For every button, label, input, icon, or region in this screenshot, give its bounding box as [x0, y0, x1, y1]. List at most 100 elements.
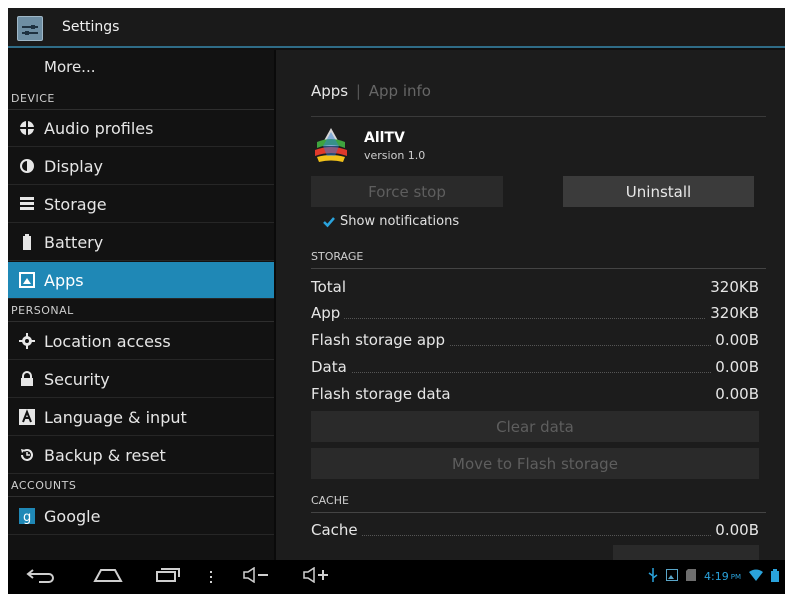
sd-card-icon [686, 569, 697, 584]
system-navigation-bar: 4:19 PM [8, 560, 785, 594]
storage-row-label: Flash storage data [311, 385, 455, 403]
dot-leader [311, 318, 759, 319]
volume-down-button[interactable] [240, 566, 272, 588]
storage-row-data: Data 0.00B [311, 358, 759, 378]
header-personal: PERSONAL [8, 300, 274, 322]
checkbox-check-icon[interactable] [322, 215, 336, 229]
breadcrumb-apps[interactable]: Apps [311, 82, 348, 100]
cache-row: Cache 0.00B [311, 521, 759, 541]
menu-button[interactable] [204, 566, 218, 588]
menu-dots-icon [209, 568, 213, 587]
breadcrumb-divider [311, 116, 766, 117]
sidebar-item-more[interactable]: More... [8, 50, 274, 88]
screen: Settings More... DEVICE Audio profiles D… [8, 8, 785, 594]
back-button[interactable] [22, 566, 58, 588]
battery-status-icon [771, 568, 779, 585]
storage-row-value: 0.00B [711, 331, 759, 349]
home-icon [92, 567, 124, 587]
display-icon [18, 157, 36, 175]
sidebar-item-google[interactable]: g Google [8, 498, 274, 535]
storage-row-app: App 320KB [311, 304, 759, 324]
volume-up-button[interactable] [300, 566, 332, 588]
app-version: version 1.0 [364, 149, 426, 162]
move-to-flash-storage-button[interactable]: Move to Flash storage [311, 448, 759, 479]
show-notifications-row[interactable]: Show notifications [322, 214, 459, 229]
storage-row-flash-data: Flash storage data 0.00B [311, 385, 759, 405]
sidebar-item-label: Display [44, 156, 103, 176]
battery-icon [18, 233, 36, 251]
settings-app-icon[interactable] [17, 16, 43, 41]
apps-icon [18, 271, 36, 289]
sidebar-item-location-access[interactable]: Location access [8, 323, 274, 360]
sidebar-item-label: Google [44, 506, 101, 526]
svg-text:g: g [23, 510, 31, 524]
sidebar-item-apps[interactable]: Apps [8, 262, 274, 299]
location-icon [18, 332, 36, 350]
sidebar-item-backup-reset[interactable]: Backup & reset [8, 437, 274, 474]
sidebar-item-security[interactable]: Security [8, 361, 274, 398]
dot-leader [311, 372, 759, 373]
backup-icon [18, 446, 36, 464]
lock-icon [18, 370, 36, 388]
sidebar-item-label: Battery [44, 232, 104, 252]
image-notification-icon [666, 569, 679, 584]
header-accounts: ACCOUNTS [8, 475, 274, 497]
sidebar-item-language-input[interactable]: Language & input [8, 399, 274, 436]
recent-apps-button[interactable] [150, 566, 186, 588]
app-info-pane: Apps | App info AllTV version 1.0 Force … [276, 50, 785, 560]
sidebar-item-label: Apps [44, 270, 84, 290]
sidebar-item-label: Security [44, 369, 110, 389]
sidebar-item-storage[interactable]: Storage [8, 186, 274, 223]
breadcrumb-separator: | [355, 82, 361, 100]
storage-row-value: 320KB [706, 304, 759, 322]
uninstall-button[interactable]: Uninstall [563, 176, 754, 207]
storage-row-value: 0.00B [711, 385, 759, 403]
sidebar-item-display[interactable]: Display [8, 148, 274, 185]
sidebar-item-label: Language & input [44, 407, 187, 427]
home-button[interactable] [88, 566, 128, 588]
cache-row-label: Cache [311, 521, 362, 539]
clock-ampm: PM [730, 572, 741, 581]
storage-row-value: 320KB [706, 278, 759, 296]
storage-row-label: Data [311, 358, 351, 376]
breadcrumb-app-info: App info [368, 82, 431, 100]
storage-row-label: App [311, 304, 345, 322]
audio-profiles-icon [18, 119, 36, 137]
dot-leader [311, 535, 759, 536]
cache-section-header: CACHE [311, 494, 766, 513]
action-bar: Settings [8, 8, 785, 48]
alltv-app-icon [311, 126, 351, 166]
sidebar-item-label: More... [44, 58, 96, 76]
clear-cache-button[interactable] [613, 545, 759, 560]
header-device: DEVICE [8, 88, 274, 110]
storage-icon [18, 195, 36, 213]
recent-apps-icon [154, 567, 182, 587]
status-area[interactable]: 4:19 PM [648, 568, 779, 585]
volume-up-icon [302, 566, 330, 587]
google-icon: g [18, 507, 36, 525]
sidebar-item-label: Location access [44, 331, 171, 351]
sidebar-item-battery[interactable]: Battery [8, 224, 274, 261]
sidebar-item-label: Backup & reset [44, 445, 166, 465]
show-notifications-label: Show notifications [340, 214, 460, 229]
storage-section-header: STORAGE [311, 250, 766, 269]
storage-row-label: Flash storage app [311, 331, 450, 349]
force-stop-button[interactable]: Force stop [311, 176, 503, 207]
storage-row-flash-app: Flash storage app 0.00B [311, 331, 759, 351]
storage-row-label: Total [311, 278, 351, 296]
volume-down-icon [242, 566, 270, 587]
wifi-icon [749, 569, 763, 584]
breadcrumb: Apps | App info [311, 82, 431, 100]
language-icon [18, 408, 36, 426]
storage-row-total: Total 320KB [311, 278, 759, 298]
back-icon [25, 567, 55, 587]
cache-row-value: 0.00B [711, 521, 759, 539]
sidebar-item-audio-profiles[interactable]: Audio profiles [8, 110, 274, 147]
action-bar-title: Settings [62, 19, 120, 35]
sidebar-item-label: Storage [44, 194, 107, 214]
sidebar-item-label: Audio profiles [44, 118, 154, 138]
usb-icon [648, 568, 658, 585]
clear-data-button[interactable]: Clear data [311, 411, 759, 442]
clock-time: 4:19 [704, 570, 729, 583]
settings-sidebar: More... DEVICE Audio profiles Display St… [8, 50, 274, 560]
